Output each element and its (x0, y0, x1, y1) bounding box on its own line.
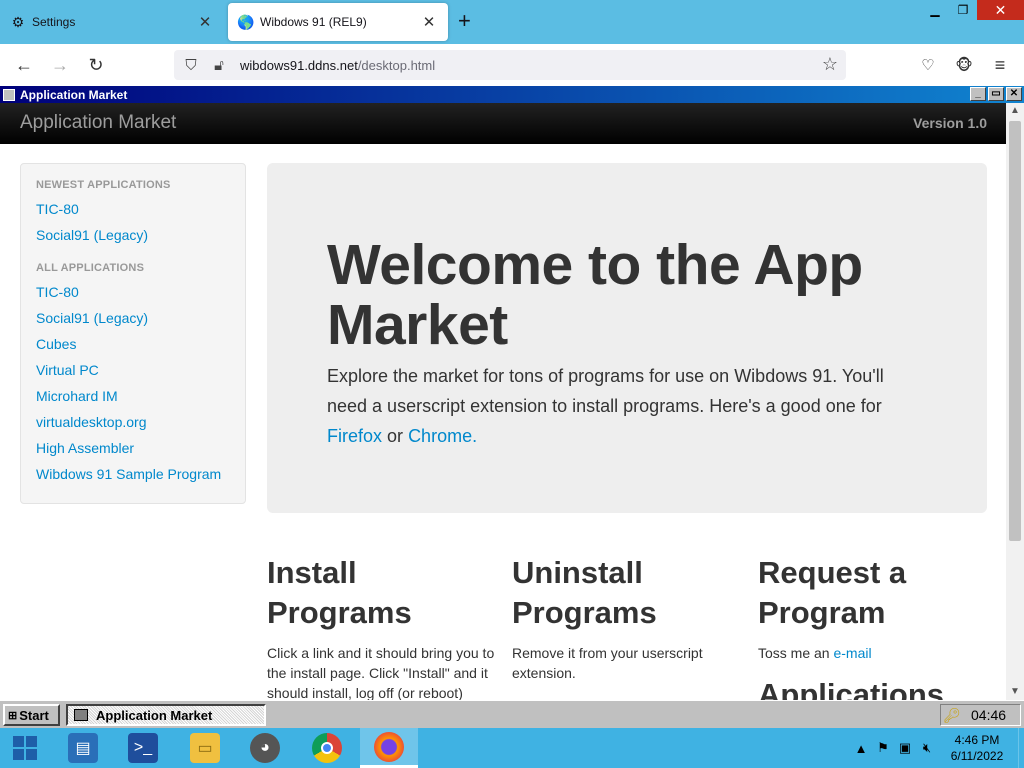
close-icon[interactable]: ✕ (1006, 87, 1022, 101)
chrome-link[interactable]: Chrome. (408, 426, 477, 446)
close-tab-icon[interactable]: ✕ (420, 13, 438, 31)
menu-icon[interactable]: ≡ (988, 54, 1012, 76)
scroll-up-arrow-icon[interactable]: ▲ (1006, 103, 1024, 119)
chrome-icon[interactable] (298, 728, 356, 768)
url-text[interactable]: wibdows91.ddns.net/desktop.html (240, 58, 435, 73)
request-heading: Request a Program (758, 555, 907, 630)
raccoon-app-icon[interactable]: ◕ (236, 728, 294, 768)
sidebar-link[interactable]: Social91 (Legacy) (36, 226, 230, 252)
new-tab-button[interactable]: + (458, 10, 471, 32)
tab-settings[interactable]: ⚙ Settings ✕ (0, 3, 224, 41)
lock-icon[interactable]: 🔓︎ (208, 54, 230, 76)
email-link[interactable]: e-mail (833, 645, 871, 661)
forward-button[interactable]: → (48, 54, 72, 76)
volume-muted-icon[interactable]: 🔇︎ (916, 740, 938, 756)
sidebar-link[interactable]: Social91 (Legacy) (36, 309, 230, 335)
request-text: Toss me an e-mail (758, 645, 872, 661)
browser-tab-strip: ⚙ Settings ✕ 🌎 Wibdows 91 (REL9) ✕ + ▁ ❐… (0, 0, 1024, 44)
back-button[interactable]: ← (12, 54, 36, 76)
minimize-icon[interactable]: _ (970, 87, 986, 101)
scroll-down-arrow-icon[interactable]: ▼ (1006, 684, 1024, 700)
chevron-up-icon[interactable]: ▲ (850, 741, 872, 756)
hero-unit: Welcome to the App Market Explore the ma… (267, 163, 987, 513)
all-apps-header: ALL APPLICATIONS (36, 262, 145, 274)
install-text: Click a link and it should bring you to … (267, 645, 495, 700)
install-column: Install Programs Click a link and it sho… (267, 553, 497, 700)
minimize-window-button[interactable]: ▁ (922, 0, 948, 20)
flag-icon[interactable]: ⚑ (872, 740, 894, 756)
restore-window-button[interactable]: ❐ (950, 0, 976, 20)
retro-taskbar: ⊞ Start Application Market 🔑︎ 04:46 (0, 700, 1024, 728)
install-heading: Install Programs (267, 555, 412, 630)
uninstall-heading: Uninstall Programs (512, 555, 657, 630)
retro-clock: 04:46 (971, 707, 1007, 723)
show-desktop-button[interactable] (1018, 728, 1024, 768)
retro-tray: 🔑︎ 04:46 (940, 704, 1021, 726)
uninstall-column: Uninstall Programs Remove it from your u… (512, 553, 742, 683)
bookmark-star-icon[interactable]: ☆ (822, 54, 838, 75)
start-logo-icon: ⊞ (8, 709, 18, 722)
sidebar-link[interactable]: TIC-80 (36, 283, 230, 309)
pocket-icon[interactable]: ♡ (916, 54, 940, 76)
sidebar-link[interactable]: Virtual PC (36, 361, 230, 387)
sidebar-link[interactable]: TIC-80 (36, 200, 230, 226)
browser-navbar: ← → ↻ ⛉ 🔓︎ wibdows91.ddns.net/desktop.ht… (0, 44, 1024, 86)
request-column: Request a Program Toss me an e-mail Appl… (758, 553, 988, 700)
close-tab-icon[interactable]: ✕ (196, 13, 214, 31)
gear-icon: ⚙ (11, 13, 25, 30)
scrollbar[interactable]: ▲ ▼ (1006, 103, 1024, 700)
tab-title: Settings (32, 15, 76, 29)
app-navbar: Application Market Version 1.0 (0, 103, 1006, 144)
url-bar[interactable]: ⛉ 🔓︎ wibdows91.ddns.net/desktop.html ☆ (174, 50, 846, 80)
windows-taskbar: ▤ >_ ▭ ◕ ▲ ⚑ ▣ 🔇︎ 4:46 PM 6/11/2022 (0, 728, 1024, 768)
sidebar-link[interactable]: High Assembler (36, 439, 230, 465)
scroll-thumb[interactable] (1009, 121, 1021, 541)
firefox-icon[interactable] (360, 728, 418, 768)
shield-icon[interactable]: ⛉ (180, 54, 202, 76)
uninstall-text: Remove it from your userscript extension… (512, 645, 703, 681)
taskbar-app-button[interactable]: Application Market (66, 704, 266, 726)
applications-heading: Applications (758, 677, 945, 700)
file-explorer-icon[interactable]: ▭ (176, 728, 234, 768)
sidebar-link[interactable]: virtualdesktop.org (36, 413, 230, 439)
start-button[interactable]: ⊞ Start (3, 704, 60, 726)
network-icon[interactable]: ▣ (894, 740, 916, 756)
extension-monkey-icon[interactable]: 🐵︎ (952, 54, 976, 76)
sidebar-link[interactable]: Wibdows 91 Sample Program (36, 465, 230, 491)
tab-wibdows[interactable]: 🌎 Wibdows 91 (REL9) ✕ (228, 3, 448, 41)
app-content: Application Market Version 1.0 NEWEST AP… (0, 103, 1006, 700)
sidebar: NEWEST APPLICATIONS TIC-80 Social91 (Leg… (20, 163, 246, 504)
tab-title: Wibdows 91 (REL9) (260, 15, 367, 29)
key-icon[interactable]: 🔑︎ (941, 707, 963, 724)
system-tray: ▲ ⚑ ▣ 🔇︎ 4:46 PM 6/11/2022 (850, 728, 1024, 768)
app-window-titlebar[interactable]: Application Market _ ▭ ✕ (0, 86, 1024, 103)
newest-header: NEWEST APPLICATIONS (36, 179, 171, 191)
server-manager-icon[interactable]: ▤ (54, 728, 112, 768)
globe-icon: 🌎 (237, 13, 255, 30)
windows-start-icon[interactable] (0, 728, 50, 768)
window-icon (3, 88, 15, 101)
maximize-icon[interactable]: ▭ (988, 87, 1004, 101)
close-window-button[interactable]: ✕ (977, 0, 1024, 20)
app-brand[interactable]: Application Market (20, 112, 176, 134)
reload-button[interactable]: ↻ (84, 54, 108, 76)
sidebar-link[interactable]: Cubes (36, 335, 230, 361)
version-label: Version 1.0 (913, 115, 987, 131)
powershell-icon[interactable]: >_ (114, 728, 172, 768)
window-icon (74, 709, 88, 721)
system-clock[interactable]: 4:46 PM 6/11/2022 (942, 732, 1012, 764)
sidebar-link[interactable]: Microhard IM (36, 387, 230, 413)
hero-text: Explore the market for tons of programs … (327, 366, 884, 446)
hero-heading: Welcome to the App Market (327, 233, 863, 357)
app-window-title: Application Market (20, 87, 128, 102)
firefox-link[interactable]: Firefox (327, 426, 382, 446)
